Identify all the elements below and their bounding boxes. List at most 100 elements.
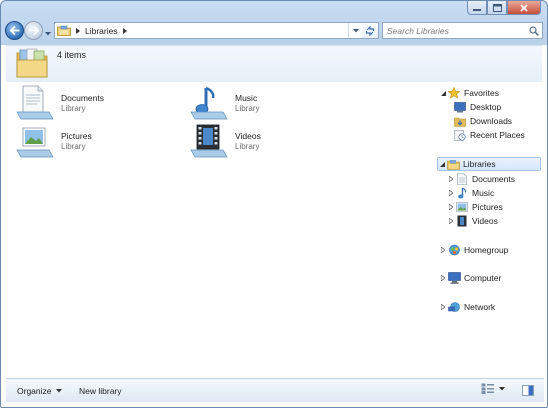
arrow-right-icon: [29, 26, 39, 35]
minimize-button[interactable]: [467, 1, 487, 15]
chevron-down-icon: [499, 386, 505, 390]
network-icon: [447, 301, 461, 314]
documents-icon: [455, 173, 469, 186]
nav-label: Recent Places: [470, 130, 525, 140]
music-library-icon: [189, 84, 229, 120]
nav-label: Documents: [472, 174, 515, 184]
item-name: Documents: [61, 93, 104, 103]
collapsed-arrow-icon[interactable]: [447, 176, 455, 182]
chevron-down-icon: [352, 28, 359, 32]
chevron-right-icon: [76, 27, 80, 34]
nav-label: Videos: [472, 216, 498, 226]
nav-label: Pictures: [472, 202, 503, 212]
libraries-folder-icon: [55, 23, 73, 38]
back-button[interactable]: [5, 21, 24, 40]
nav-libraries-videos[interactable]: Videos: [447, 214, 498, 228]
item-name: Pictures: [61, 131, 92, 141]
videos-icon: [455, 215, 469, 228]
organize-button[interactable]: Organize: [17, 384, 62, 398]
nav-recent-places[interactable]: Recent Places: [453, 128, 525, 142]
chevron-down-icon: [55, 389, 62, 393]
nav-homegroup[interactable]: Homegroup: [439, 243, 508, 257]
nav-label: Computer: [464, 273, 502, 283]
caption-buttons: [467, 1, 541, 15]
forward-button[interactable]: [24, 21, 43, 40]
refresh-button[interactable]: [362, 22, 379, 39]
breadcrumb-separator[interactable]: [73, 27, 83, 34]
collapsed-arrow-icon[interactable]: [447, 218, 455, 224]
preview-pane-button[interactable]: [521, 383, 535, 397]
address-history-dropdown[interactable]: [348, 23, 362, 38]
nav-favorites[interactable]: Favorites: [439, 86, 499, 100]
minimize-icon: [473, 8, 481, 11]
refresh-icon: [365, 25, 375, 36]
item-type: Library: [61, 104, 86, 113]
collapsed-arrow-icon[interactable]: [439, 304, 447, 310]
collapsed-arrow-icon[interactable]: [447, 190, 455, 196]
nav-network[interactable]: Network: [439, 300, 495, 314]
organize-label: Organize: [17, 386, 52, 396]
new-library-label: New library: [79, 386, 122, 396]
nav-label: Network: [464, 302, 496, 312]
item-count: 4 items: [57, 50, 87, 60]
nav-downloads[interactable]: Downloads: [453, 114, 512, 128]
navigation-pane: Favorites Desktop Downloads Recent Place…: [436, 82, 544, 380]
collapsed-arrow-icon[interactable]: [447, 204, 455, 210]
nav-libraries-documents[interactable]: Documents: [447, 172, 515, 186]
view-options-icon: [481, 383, 494, 394]
recent-places-icon: [453, 129, 467, 142]
videos-library-icon: [189, 122, 229, 158]
nav-label: Desktop: [470, 102, 502, 112]
nav-label: Homegroup: [464, 245, 509, 255]
item-type: Library: [235, 104, 260, 113]
star-icon: [447, 87, 461, 100]
chevron-right-icon: [122, 27, 127, 34]
explorer-window: Libraries Search Libraries 4 items Docum…: [0, 0, 548, 408]
expanded-arrow-icon[interactable]: [438, 161, 446, 167]
item-name: Videos: [235, 131, 261, 141]
library-item-documents[interactable]: Documents Library: [15, 84, 175, 120]
nav-libraries-pictures[interactable]: Pictures: [447, 200, 503, 214]
homegroup-icon: [447, 244, 461, 257]
nav-label: Music: [472, 188, 495, 198]
search-icon[interactable]: [526, 25, 542, 36]
library-item-pictures[interactable]: Pictures Library: [15, 122, 175, 158]
collapsed-arrow-icon[interactable]: [439, 275, 447, 281]
maximize-button[interactable]: [487, 1, 507, 15]
libraries-folder-icon: [446, 158, 460, 171]
nav-label: Favorites: [464, 88, 499, 98]
item-type: Library: [235, 142, 260, 151]
nav-libraries[interactable]: Libraries: [437, 157, 541, 171]
nav-desktop[interactable]: Desktop: [453, 100, 501, 114]
search-input[interactable]: [387, 25, 526, 36]
details-header: 4 items: [6, 45, 542, 82]
address-bar[interactable]: Libraries: [54, 22, 363, 39]
music-icon: [455, 187, 469, 200]
expanded-arrow-icon[interactable]: [439, 90, 447, 96]
library-item-music[interactable]: Music Library: [189, 84, 349, 120]
libraries-folder-icon: [16, 48, 48, 80]
nav-label: Libraries: [463, 159, 496, 169]
recent-pages-dropdown[interactable]: [45, 28, 51, 38]
downloads-icon: [453, 115, 467, 128]
nav-label: Downloads: [470, 116, 513, 126]
command-bar: Organize New library: [6, 378, 544, 402]
new-library-button[interactable]: New library: [79, 384, 122, 398]
close-button[interactable]: [507, 1, 541, 15]
navigation-bar: Libraries: [5, 19, 543, 43]
computer-icon: [447, 272, 461, 285]
search-box[interactable]: [382, 22, 543, 39]
nav-computer[interactable]: Computer: [439, 271, 501, 285]
desktop-icon: [453, 101, 467, 114]
breadcrumb-libraries[interactable]: Libraries: [83, 26, 120, 36]
collapsed-arrow-icon[interactable]: [439, 247, 447, 253]
documents-library-icon: [15, 84, 55, 120]
file-list: Documents Library Music Library Pictures…: [6, 82, 436, 380]
pictures-icon: [455, 201, 469, 214]
library-item-videos[interactable]: Videos Library: [189, 122, 349, 158]
nav-libraries-music[interactable]: Music: [447, 186, 494, 200]
change-view-button[interactable]: [481, 383, 505, 394]
arrow-left-icon: [9, 26, 19, 35]
chevron-down-icon: [45, 32, 51, 36]
breadcrumb-separator[interactable]: [120, 27, 130, 34]
